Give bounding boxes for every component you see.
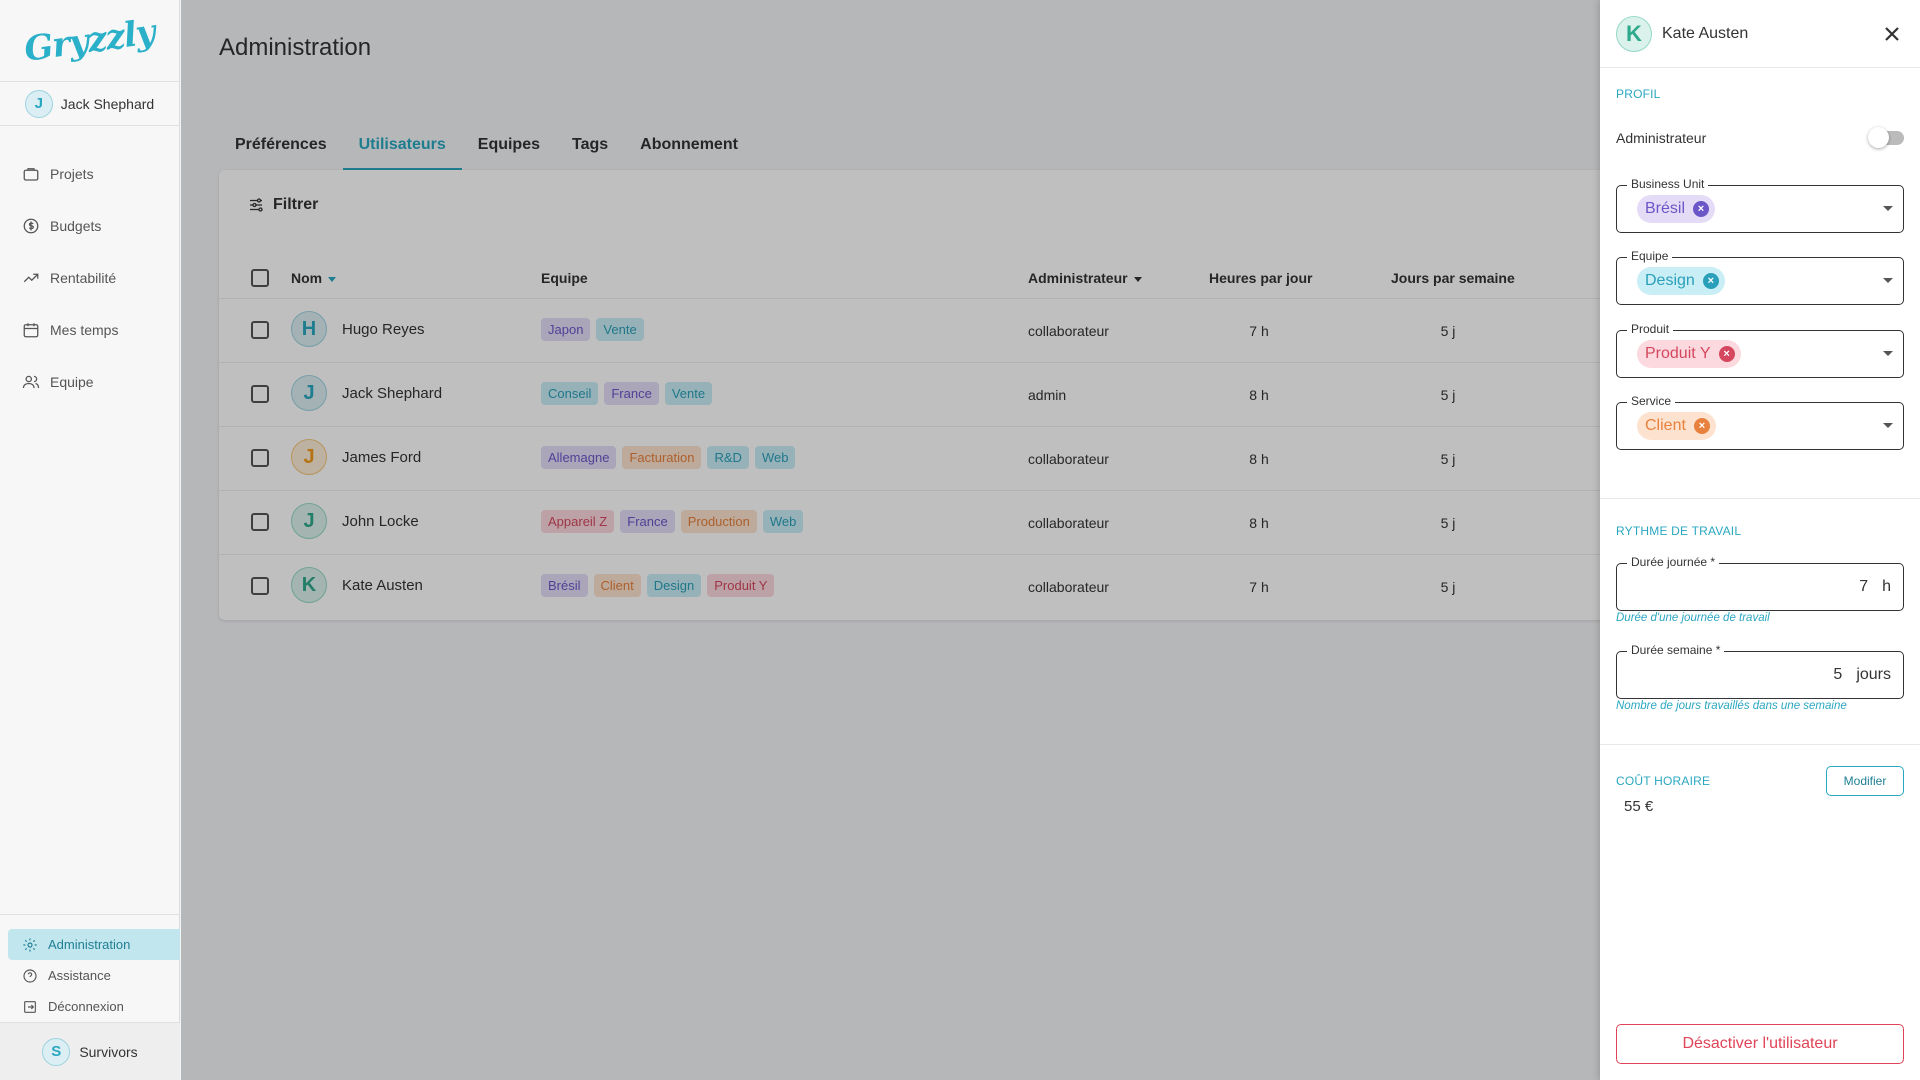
briefcase-icon	[23, 168, 39, 181]
main-nav: Projets Budgets Rentabilité Mes temps Eq…	[0, 126, 179, 408]
field-label: Durée journée *	[1627, 555, 1720, 569]
chip-remove-icon[interactable]: ×	[1693, 201, 1710, 217]
chip-label: Produit Y	[1645, 345, 1711, 362]
unit-label: jours	[1856, 666, 1891, 683]
nav-item-equipe[interactable]: Equipe	[0, 356, 179, 408]
chevron-down-icon[interactable]	[1883, 351, 1893, 356]
nav-label: Projets	[50, 166, 94, 182]
nav-item-deconnexion[interactable]: Déconnexion	[0, 991, 180, 1022]
section-title-rythme: RYTHME DE TRAVAIL	[1616, 524, 1742, 538]
org-name: Survivors	[79, 1043, 138, 1060]
nav-item-administration[interactable]: Administration	[8, 929, 180, 960]
sidebar: Gryzzly J Jack Shephard Projets Budgets …	[0, 0, 180, 1080]
field-value: 7h	[1859, 578, 1891, 596]
selected-chip: Produit Y ×	[1637, 340, 1741, 368]
field-value: 5 jours	[1833, 666, 1891, 684]
deactivate-user-button[interactable]: Désactiver l'utilisateur	[1616, 1024, 1904, 1064]
org-avatar: S	[42, 1037, 71, 1066]
nav-label: Déconnexion	[48, 999, 124, 1014]
user-detail-panel: K Kate Austen PROFIL Administrateur Busi…	[1600, 0, 1920, 1080]
nav-label: Equipe	[50, 374, 94, 390]
modal-backdrop[interactable]	[181, 0, 1781, 1080]
field-label: Service	[1627, 394, 1676, 408]
chip-remove-icon[interactable]: ×	[1702, 273, 1719, 289]
field-label: Durée semaine *	[1627, 643, 1725, 657]
help-circle-icon	[23, 968, 37, 983]
chevron-down-icon[interactable]	[1883, 278, 1893, 283]
week-duration-field[interactable]: Durée semaine * 5 jours	[1616, 643, 1904, 699]
unit-label: h	[1882, 578, 1891, 595]
nav-item-rentabilite[interactable]: Rentabilité	[0, 252, 179, 304]
chip-remove-icon[interactable]: ×	[1718, 346, 1735, 362]
avatar: J	[24, 89, 53, 118]
panel-header: K Kate Austen	[1600, 0, 1920, 68]
gear-icon	[23, 937, 37, 952]
calendar-icon	[23, 323, 39, 338]
chip-label: Brésil	[1645, 200, 1686, 217]
admin-toggle[interactable]	[1868, 127, 1904, 148]
logo-text: Gryzzly	[21, 11, 158, 70]
day-duration-value: 7	[1859, 578, 1869, 595]
people-icon	[22, 375, 40, 389]
chevron-down-icon[interactable]	[1883, 423, 1893, 428]
nav-item-assistance[interactable]: Assistance	[0, 960, 180, 991]
selected-chip: Brésil ×	[1637, 195, 1716, 223]
field-label: Produit	[1627, 322, 1674, 336]
logo[interactable]: Gryzzly	[0, 0, 179, 82]
current-user-name: Jack Shephard	[60, 95, 155, 112]
nav-label: Administration	[48, 937, 131, 952]
avatar: K	[1616, 15, 1652, 52]
nav-label: Assistance	[48, 968, 111, 983]
chip-remove-icon[interactable]: ×	[1693, 418, 1710, 434]
field-hint: Nombre de jours travaillés dans une sema…	[1616, 700, 1847, 712]
produit-select[interactable]: Produit Produit Y ×	[1616, 322, 1904, 378]
modify-cost-button[interactable]: Modifier	[1826, 766, 1904, 796]
selected-chip: Design ×	[1637, 267, 1725, 295]
toggle-knob	[1868, 127, 1889, 148]
current-user[interactable]: J Jack Shephard	[0, 82, 179, 126]
chip-label: Design	[1645, 272, 1695, 289]
chevron-down-icon[interactable]	[1883, 206, 1893, 211]
divider	[1600, 498, 1920, 499]
chip-label: Client	[1645, 417, 1686, 434]
equipe-select[interactable]: Equipe Design ×	[1616, 249, 1904, 305]
admin-toggle-label: Administrateur	[1616, 130, 1707, 146]
field-hint: Durée d'une journée de travail	[1616, 612, 1770, 624]
nav-item-budgets[interactable]: Budgets	[0, 200, 179, 252]
divider	[1600, 744, 1920, 745]
trend-up-icon	[23, 273, 39, 283]
close-icon	[1885, 26, 1899, 41]
panel-user-name: Kate Austen	[1662, 24, 1749, 42]
hourly-cost-value: 55 €	[1624, 798, 1654, 815]
section-title-cout: COÛT HORAIRE	[1616, 774, 1711, 788]
day-duration-field[interactable]: Durée journée * 7h	[1616, 555, 1904, 611]
nav-label: Mes temps	[50, 322, 119, 338]
bottom-nav: Administration Assistance Déconnexion	[0, 914, 180, 1022]
selected-chip: Client ×	[1637, 412, 1716, 440]
dollar-circle-icon	[23, 218, 39, 234]
field-label: Business Unit	[1627, 177, 1709, 191]
week-duration-value: 5	[1833, 666, 1843, 683]
nav-item-projets[interactable]: Projets	[0, 148, 179, 200]
nav-item-mes-temps[interactable]: Mes temps	[0, 304, 179, 356]
nav-label: Rentabilité	[50, 270, 117, 286]
admin-toggle-row: Administrateur	[1616, 127, 1904, 148]
organization-switcher[interactable]: S Survivors	[0, 1022, 180, 1080]
section-title-profil: PROFIL	[1616, 87, 1661, 101]
business-unit-select[interactable]: Business Unit Brésil ×	[1616, 177, 1904, 233]
close-button[interactable]	[1880, 22, 1904, 46]
logout-icon	[24, 1000, 36, 1013]
field-label: Equipe	[1627, 249, 1673, 263]
service-select[interactable]: Service Client ×	[1616, 394, 1904, 450]
nav-label: Budgets	[50, 218, 102, 234]
